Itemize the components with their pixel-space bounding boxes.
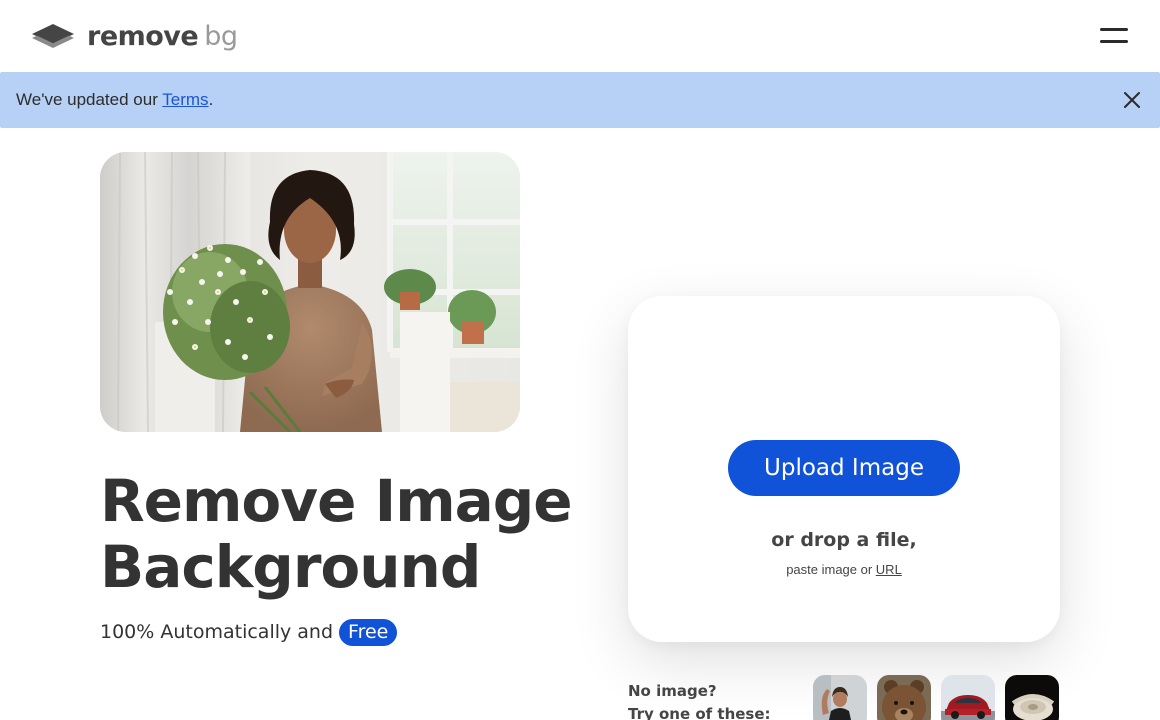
sample-prompt-line-2: Try one of these: [628, 705, 771, 720]
logo[interactable]: remove bg [31, 18, 238, 54]
terms-link[interactable]: Terms [162, 90, 208, 109]
logo-text: remove bg [87, 21, 238, 52]
sample-woman-icon[interactable] [813, 675, 867, 720]
free-badge: Free [339, 618, 398, 646]
sample-images [813, 675, 1059, 720]
site-header: remove bg [0, 0, 1160, 72]
woman-with-flowers-photo [100, 152, 520, 432]
banner-suffix: . [208, 90, 214, 109]
url-link[interactable]: URL [876, 562, 902, 577]
upload-image-button[interactable]: Upload Image [728, 440, 960, 496]
sample-prompt-line-1: No image? [628, 682, 717, 700]
paste-hint: paste image or URL [628, 562, 1060, 577]
logo-word-remove: remove [87, 20, 199, 52]
logo-word-bg: bg [204, 20, 238, 52]
banner-text: We've updated our Terms. [16, 90, 213, 110]
close-icon[interactable] [1120, 88, 1144, 112]
hamburger-icon[interactable] [1096, 24, 1132, 48]
sample-phone-icon[interactable] [1005, 675, 1059, 720]
subtitle: 100% Automatically and Free [100, 616, 398, 648]
upload-dropzone[interactable]: Upload Image or drop a file, paste image… [628, 296, 1060, 642]
title-line-2: Background [100, 533, 481, 601]
subtitle-text: 100% Automatically and [100, 621, 334, 643]
drop-file-text: or drop a file, [771, 529, 917, 551]
title-line-1: Remove Image [100, 467, 573, 535]
sample-bear-icon[interactable] [877, 675, 931, 720]
sample-prompt: No image? Try one of these: [628, 680, 771, 720]
paste-prefix: paste image or [786, 562, 876, 577]
page-title: Remove Image Background [100, 468, 600, 600]
logo-layers-icon [32, 24, 74, 48]
terms-banner: We've updated our Terms. [0, 72, 1160, 128]
banner-prefix: We've updated our [16, 90, 163, 109]
sample-car-icon[interactable] [941, 675, 995, 720]
